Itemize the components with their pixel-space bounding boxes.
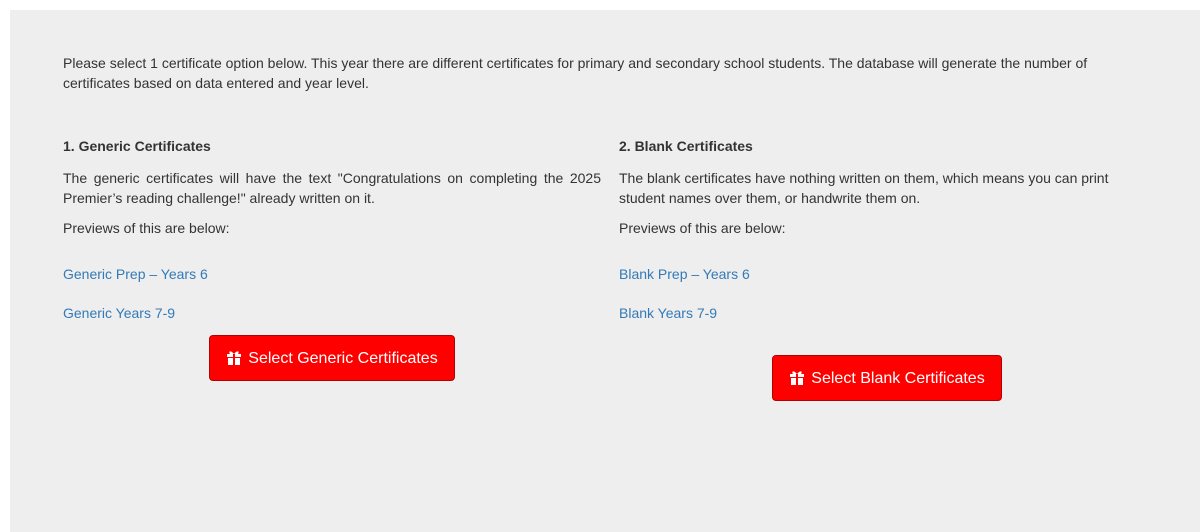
blank-certificates-section: 2. Blank Certificates The blank certific…: [619, 136, 1155, 401]
select-generic-certificates-label: Select Generic Certificates: [248, 350, 438, 367]
blank-previews-label: Previews of this are below:: [619, 220, 786, 236]
gift-icon: [790, 371, 805, 385]
blank-prep-years-6-link[interactable]: Blank Prep – Years 6: [619, 264, 1155, 284]
gift-icon: [227, 351, 242, 365]
generic-prep-years-6-link[interactable]: Generic Prep – Years 6: [63, 264, 601, 284]
blank-description: The blank certificates have nothing writ…: [619, 170, 1109, 206]
select-blank-certificates-label: Select Blank Certificates: [811, 370, 985, 387]
generic-certificates-section: 1. Generic Certificates The generic cert…: [63, 136, 601, 381]
blank-preview-links: Blank Prep – Years 6 Blank Years 7-9: [619, 264, 1155, 323]
generic-description: The generic certificates will have the t…: [63, 170, 601, 206]
intro-text: Please select 1 certificate option below…: [63, 55, 1088, 91]
select-blank-certificates-button[interactable]: Select Blank Certificates: [772, 355, 1002, 401]
select-generic-certificates-button[interactable]: Select Generic Certificates: [209, 335, 455, 381]
generic-heading: 1. Generic Certificates: [63, 138, 211, 154]
generic-previews-label: Previews of this are below:: [63, 220, 230, 236]
blank-years-7-9-link[interactable]: Blank Years 7-9: [619, 303, 1155, 323]
generic-preview-links: Generic Prep – Years 6 Generic Years 7-9: [63, 264, 601, 323]
blank-heading: 2. Blank Certificates: [619, 138, 753, 154]
generic-years-7-9-link[interactable]: Generic Years 7-9: [63, 303, 601, 323]
